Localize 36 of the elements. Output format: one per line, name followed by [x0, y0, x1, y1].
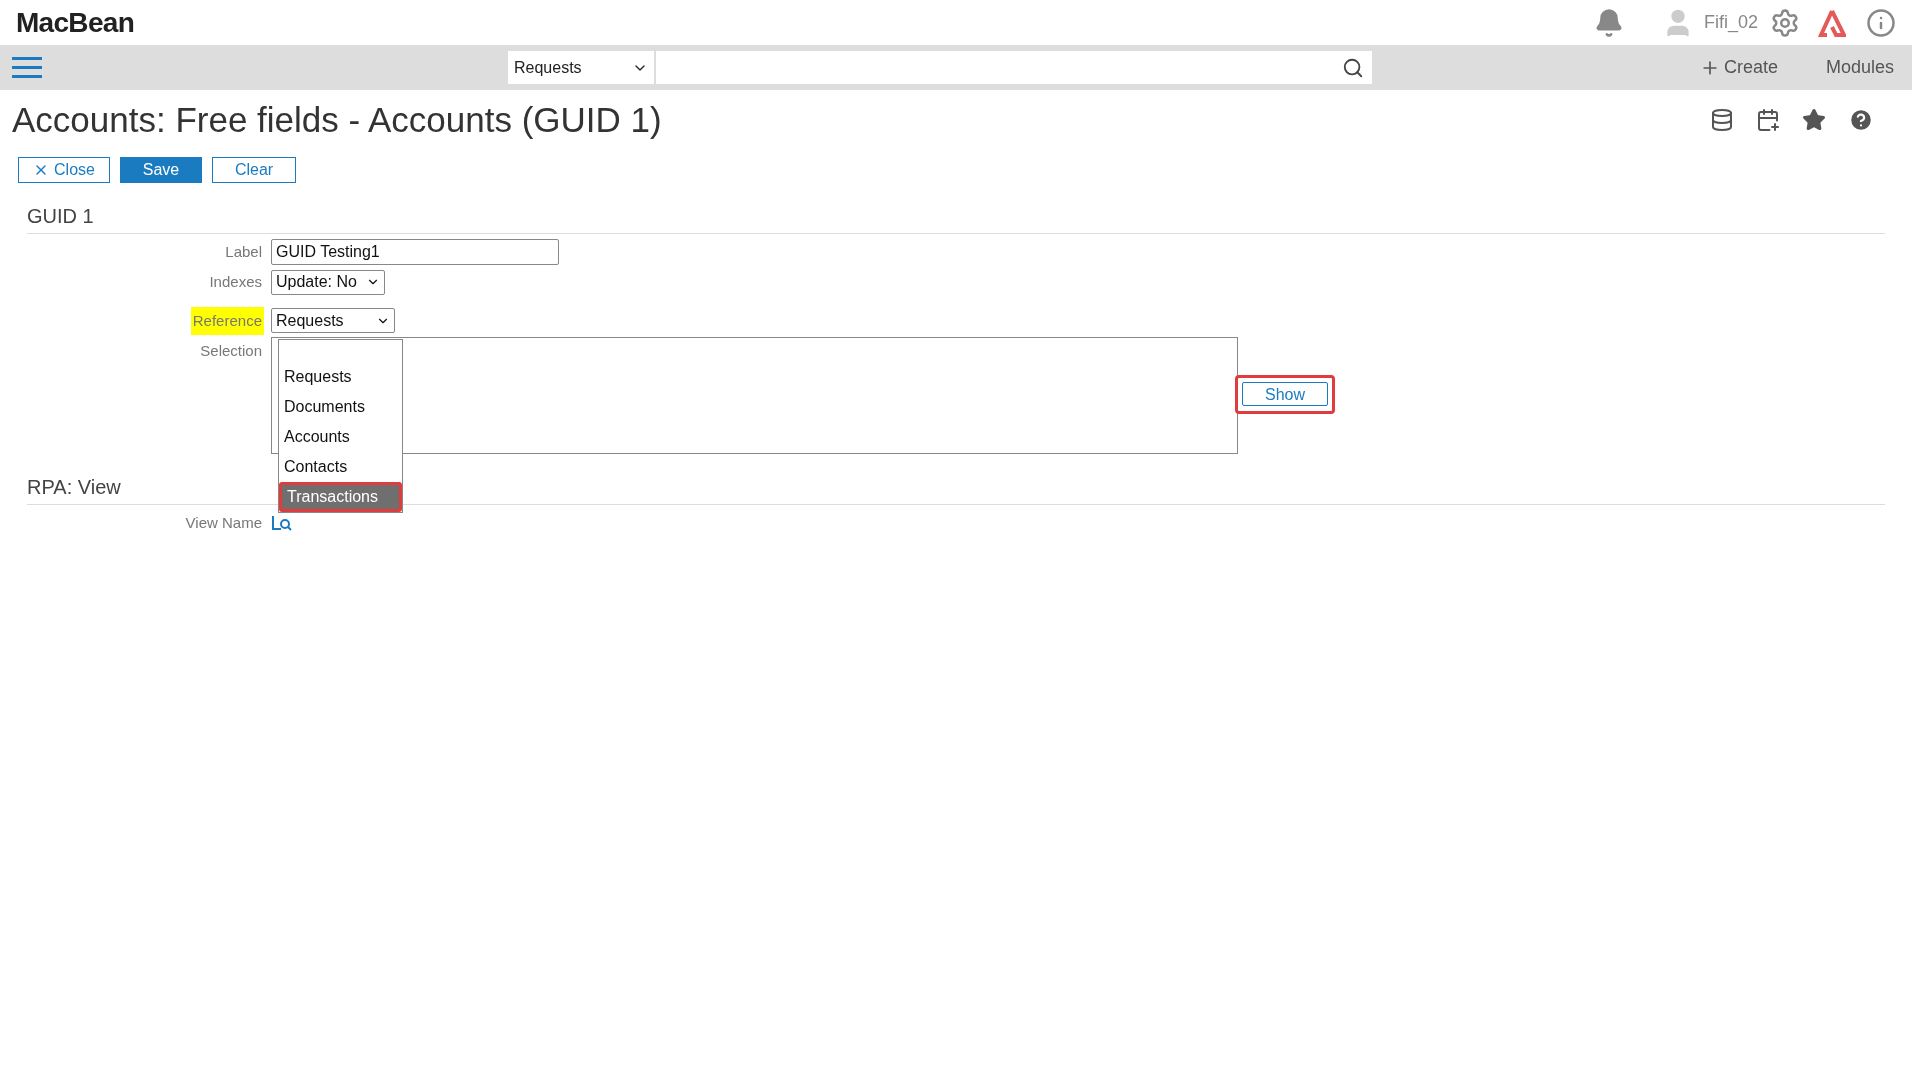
- info-icon[interactable]: [1866, 7, 1896, 38]
- calendar-add-icon[interactable]: [1756, 108, 1780, 133]
- modules-button[interactable]: Modules: [1825, 54, 1894, 81]
- settings-icon[interactable]: [1770, 7, 1800, 38]
- selection-box[interactable]: [271, 337, 1238, 454]
- dropdown-option[interactable]: Transactions: [279, 482, 402, 512]
- menu-icon[interactable]: [12, 55, 42, 80]
- field-label: View Name: [184, 513, 263, 533]
- save-button[interactable]: Save: [120, 156, 202, 183]
- field-label: Reference: [190, 306, 264, 335]
- search-scope-select[interactable]: Requests: [508, 51, 654, 84]
- app-logo: MacBean: [16, 5, 135, 40]
- dropdown-option[interactable]: Requests: [279, 362, 402, 392]
- field-label: Selection: [199, 341, 263, 361]
- close-button[interactable]: Close: [18, 156, 110, 183]
- lookup-icon[interactable]: [271, 514, 293, 533]
- user-name[interactable]: Fifi_02: [1703, 9, 1758, 36]
- search-field[interactable]: [656, 51, 1372, 84]
- indexes-select[interactable]: Update: No: [271, 269, 385, 295]
- search-icon[interactable]: [1342, 56, 1364, 79]
- show-button[interactable]: Show: [1242, 382, 1328, 406]
- clear-button[interactable]: Clear: [212, 156, 296, 183]
- section-heading: GUID 1: [27, 203, 94, 229]
- reference-select[interactable]: Requests: [271, 308, 395, 334]
- field-label: Indexes: [208, 272, 263, 292]
- page-title: Accounts: Free fields - Accounts (GUID 1): [12, 99, 662, 141]
- dropdown-option[interactable]: Documents: [279, 392, 402, 422]
- triangle-logo-icon[interactable]: [1818, 8, 1846, 37]
- dropdown-option[interactable]: Accounts: [279, 422, 402, 452]
- create-button[interactable]: Create: [1699, 54, 1778, 81]
- database-icon[interactable]: [1710, 108, 1734, 133]
- label-input[interactable]: GUID Testing1: [271, 238, 559, 265]
- field-label: Label: [224, 241, 263, 262]
- star-icon[interactable]: [1802, 108, 1826, 133]
- dropdown-option[interactable]: Contacts: [279, 452, 402, 482]
- section-heading: RPA: View: [27, 475, 121, 500]
